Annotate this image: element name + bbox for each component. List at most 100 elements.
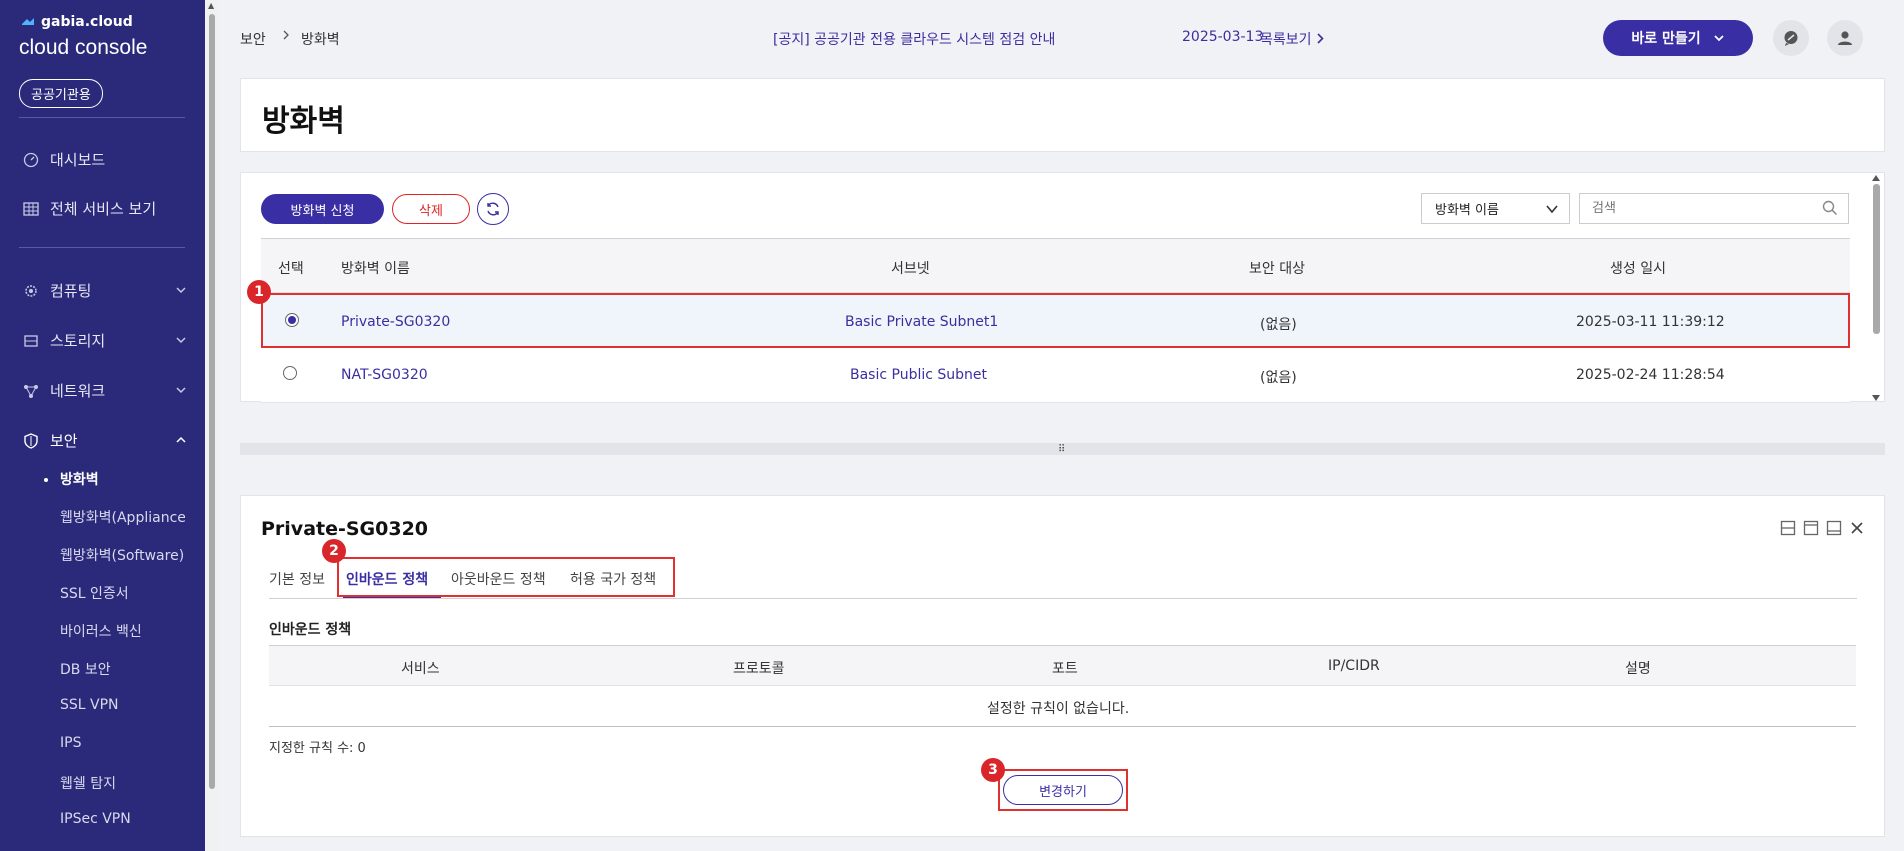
sidebar-subitem-webshell[interactable]: 웹쉘 탐지 — [60, 773, 185, 793]
empty-rules-row: 설정한 규칙이 없습니다. — [269, 686, 1856, 727]
chevron-up-icon — [175, 432, 187, 450]
network-icon — [22, 382, 40, 400]
panel-layout-buttons — [1780, 520, 1865, 540]
delete-button[interactable]: 삭제 — [392, 194, 470, 224]
brand-small-label: gabia.cloud — [41, 14, 133, 30]
breadcrumb-security[interactable]: 보안 — [240, 29, 266, 49]
list-scrollbar[interactable] — [1870, 174, 1882, 402]
user-icon — [1838, 31, 1852, 45]
table-row[interactable]: NAT-SG0320 Basic Public Subnet (없음) 2025… — [261, 348, 1850, 403]
storage-icon — [22, 332, 40, 350]
scrollbar-thumb[interactable] — [209, 14, 215, 789]
layout-top-icon[interactable] — [1803, 520, 1819, 540]
public-badge[interactable]: 공공기관용 — [19, 79, 103, 108]
refresh-button[interactable] — [477, 193, 509, 225]
sidebar-item-storage[interactable]: 스토리지 — [22, 330, 187, 351]
empty-rules-text: 설정한 규칙이 없습니다. — [987, 701, 1130, 717]
created-at: 2025-02-24 11:28:54 — [1576, 367, 1725, 383]
chevron-down-icon — [175, 282, 187, 300]
chevron-down-icon — [1714, 35, 1724, 42]
security-target: (없음) — [1260, 370, 1297, 386]
rule-count: 지정한 규칙 수: 0 — [269, 741, 366, 756]
column-header-name[interactable]: 방화벽 이름 — [341, 258, 410, 278]
sidebar-subitem-ssl-vpn[interactable]: SSL VPN — [60, 697, 185, 713]
scrollbar-thumb[interactable] — [1873, 184, 1880, 334]
quick-create-button[interactable]: 바로 만들기 — [1603, 20, 1753, 56]
search-input[interactable] — [1579, 193, 1849, 224]
firewall-name-link[interactable]: NAT-SG0320 — [341, 367, 428, 383]
profile-button[interactable] — [1827, 20, 1863, 56]
brand-logo[interactable]: gabia.cloud — [20, 14, 133, 30]
column-header-select: 선택 — [278, 261, 304, 277]
sidebar-item-security[interactable]: 보안 — [22, 430, 187, 451]
drag-grip-icon: ⠿ — [1058, 444, 1065, 455]
layout-bottom-icon[interactable] — [1826, 520, 1842, 540]
close-icon[interactable] — [1849, 520, 1865, 540]
brand-title: cloud console — [19, 36, 148, 59]
table-row[interactable]: Private-SG0320 Basic Private Subnet1 (없음… — [261, 293, 1850, 348]
detail-title: Private-SG0320 — [261, 518, 429, 540]
step-marker-2: 2 — [322, 539, 346, 563]
panel-resize-handle[interactable]: ⠿ — [240, 443, 1885, 455]
chat-button[interactable] — [1773, 20, 1809, 56]
row-radio[interactable] — [283, 366, 297, 380]
section-label: 인바운드 정책 — [269, 622, 352, 638]
chat-icon — [1784, 31, 1798, 46]
chevron-down-icon — [175, 382, 187, 400]
sidebar-subitem-ssl-cert[interactable]: SSL 인증서 — [60, 583, 185, 603]
column-header-subnet[interactable]: 서브넷 — [891, 258, 930, 278]
column-header-protocol: 프로토콜 — [733, 661, 785, 677]
page-title: 방화벽 — [262, 104, 345, 139]
step-marker-3: 3 — [981, 758, 1005, 782]
sidebar-item-all-services[interactable]: 전체 서비스 보기 — [22, 198, 187, 219]
cpu-icon — [22, 282, 40, 300]
sidebar-subitem-ips[interactable]: IPS — [60, 735, 185, 751]
rules-table-header: 서비스 프로토콜 포트 IP/CIDR 설명 — [269, 645, 1856, 686]
notice-link[interactable]: [공지] 공공기관 전용 클라우드 시스템 점검 안내 — [773, 29, 1055, 49]
refresh-icon — [487, 202, 499, 216]
sidebar: gabia.cloud cloud console 공공기관용 대시보드 전체 … — [0, 0, 205, 851]
column-header-service: 서비스 — [401, 661, 440, 677]
sidebar-subitem-antivirus[interactable]: 바이러스 백신 — [60, 621, 185, 641]
shield-icon — [22, 432, 40, 450]
sidebar-item-label: 대시보드 — [50, 151, 106, 169]
apply-firewall-button[interactable]: 방화벽 신청 — [261, 194, 384, 224]
active-dot — [44, 478, 48, 482]
scroll-down-icon[interactable] — [1870, 394, 1882, 402]
row-radio[interactable] — [285, 313, 299, 327]
layout-split-icon[interactable] — [1780, 520, 1796, 540]
sidebar-subitem-ipsec-vpn[interactable]: IPSec VPN — [60, 811, 185, 827]
page-scrollbar[interactable]: ▲ — [206, 0, 218, 851]
scroll-up-icon[interactable]: ▲ — [208, 1, 214, 10]
search-icon[interactable] — [1822, 200, 1838, 220]
sidebar-item-network[interactable]: 네트워크 — [22, 380, 187, 401]
sidebar-subitem-firewall[interactable]: 방화벽 — [60, 469, 185, 489]
sidebar-item-label: 스토리지 — [50, 332, 106, 350]
dashboard-icon — [22, 151, 40, 169]
tab-basic-info[interactable]: 기본 정보 — [269, 569, 325, 589]
column-header-target[interactable]: 보안 대상 — [1249, 258, 1305, 278]
notice-list-link[interactable]: 목록보기 — [1260, 29, 1325, 49]
step-marker-1: 1 — [247, 280, 271, 304]
column-header-created[interactable]: 생성 일시 — [1610, 258, 1666, 278]
breadcrumb-separator-icon — [281, 29, 291, 45]
notice-date: 2025-03-13 — [1182, 29, 1264, 45]
grid-icon — [22, 200, 40, 218]
firewall-name-link[interactable]: Private-SG0320 — [341, 314, 450, 330]
breadcrumb-firewall[interactable]: 방화벽 — [301, 29, 340, 49]
subnet-link[interactable]: Basic Public Subnet — [850, 367, 987, 383]
sidebar-subitem-waf-appliance[interactable]: 웹방화벽(Appliance) — [60, 507, 185, 527]
change-button[interactable]: 변경하기 — [1003, 775, 1123, 805]
sidebar-item-label: 전체 서비스 보기 — [50, 200, 157, 218]
search-filter-select[interactable]: 방화벽 이름 — [1421, 193, 1570, 224]
tabs-divider — [269, 598, 1857, 599]
sidebar-item-label: 보안 — [50, 432, 78, 450]
sidebar-subitem-waf-software[interactable]: 웹방화벽(Software) — [60, 545, 185, 565]
sidebar-item-dashboard[interactable]: 대시보드 — [22, 149, 187, 170]
subnet-link[interactable]: Basic Private Subnet1 — [845, 314, 998, 330]
scroll-up-icon[interactable] — [1870, 174, 1882, 182]
sidebar-subitem-db-security[interactable]: DB 보안 — [60, 659, 185, 679]
chevron-right-icon — [1317, 33, 1324, 44]
sidebar-item-computing[interactable]: 컴퓨팅 — [22, 280, 187, 301]
quick-create-label: 바로 만들기 — [1631, 31, 1701, 47]
